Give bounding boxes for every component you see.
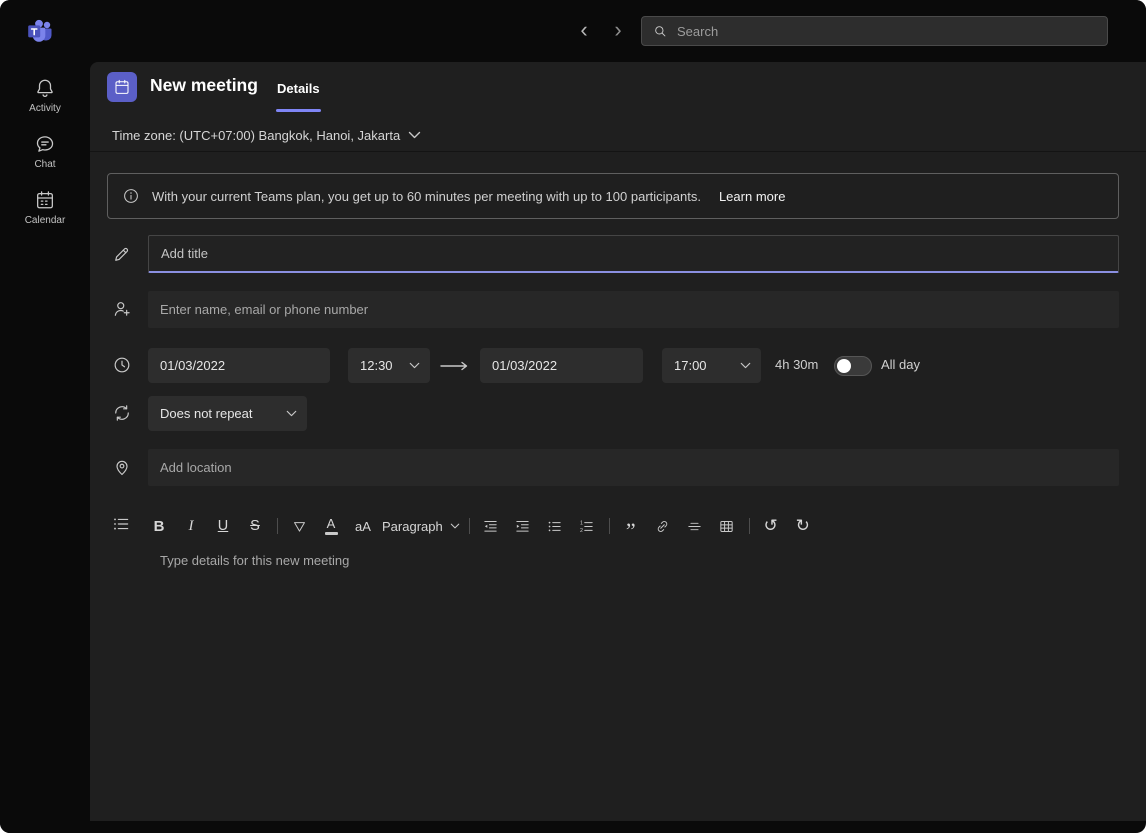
underline-button[interactable]: U [210, 511, 236, 541]
chevron-down-icon [286, 410, 297, 417]
duration-label: 4h 30m [775, 357, 818, 372]
location-pin-icon [112, 457, 132, 477]
learn-more-link[interactable]: Learn more [719, 189, 785, 204]
all-day-toggle[interactable] [834, 356, 872, 376]
timezone-label: Time zone: (UTC+07:00) Bangkok, Hanoi, J… [112, 128, 400, 143]
horizontal-rule-button[interactable] [682, 511, 708, 541]
back-button[interactable]: ‹ [572, 15, 596, 45]
format-toolbar: B I U S A aA Paragraph [146, 509, 822, 543]
quote-button[interactable]: ” [618, 511, 644, 541]
top-bar: ‹ › [0, 0, 1146, 62]
font-color-letter: A [327, 518, 336, 530]
app-sidebar: Activity Chat Calendar [0, 62, 90, 833]
agenda-icon [111, 514, 131, 534]
undo-button[interactable]: ↺ [758, 511, 784, 541]
link-button[interactable] [650, 511, 676, 541]
chat-icon [34, 133, 56, 155]
teams-window: ‹ › Activity Chat Calendar [0, 0, 1146, 833]
clock-icon [112, 355, 132, 375]
bold-button[interactable]: B [146, 511, 172, 541]
search-bar[interactable] [641, 16, 1108, 46]
sidebar-item-activity[interactable]: Activity [6, 68, 84, 122]
sidebar-item-chat[interactable]: Chat [6, 124, 84, 178]
sidebar-item-label: Calendar [25, 215, 66, 226]
meeting-calendar-icon [107, 72, 137, 102]
arrow-right-icon [440, 361, 468, 371]
meeting-details-editor[interactable]: Type details for this new meeting [107, 544, 1119, 813]
page-title: New meeting [150, 75, 258, 96]
end-time-value: 17:00 [674, 358, 707, 373]
new-meeting-panel: New meeting Details Time zone: (UTC+07:0… [90, 62, 1146, 821]
sidebar-item-label: Activity [29, 103, 61, 114]
toolbar-divider [469, 518, 470, 534]
redo-button[interactable]: ↻ [790, 511, 816, 541]
insert-table-button[interactable] [714, 511, 740, 541]
increase-indent-button[interactable] [510, 511, 536, 541]
end-time-select[interactable]: 17:00 [662, 348, 761, 383]
start-time-value: 12:30 [360, 358, 393, 373]
toggle-knob [837, 359, 851, 373]
font-color-bar [325, 532, 338, 535]
location-input[interactable] [148, 449, 1119, 486]
plan-info-banner: With your current Teams plan, you get up… [107, 173, 1119, 219]
svg-text:2: 2 [580, 528, 583, 534]
strikethrough-button[interactable]: S [242, 511, 268, 541]
start-time-select[interactable]: 12:30 [348, 348, 430, 383]
details-placeholder: Type details for this new meeting [160, 553, 349, 568]
plan-info-text: With your current Teams plan, you get up… [152, 189, 701, 204]
start-date-input[interactable] [148, 348, 330, 383]
numbered-list-button[interactable]: 12 [574, 511, 600, 541]
toolbar-divider [277, 518, 278, 534]
font-color-button[interactable]: A [318, 511, 344, 541]
svg-text:1: 1 [580, 520, 583, 526]
toolbar-divider [609, 518, 610, 534]
header-divider [90, 151, 1146, 152]
meeting-title-input[interactable] [148, 235, 1119, 273]
forward-button[interactable]: › [606, 15, 630, 45]
end-date-input[interactable] [480, 348, 643, 383]
tab-details[interactable]: Details [277, 81, 320, 96]
chevron-down-icon [408, 131, 421, 139]
bulleted-list-button[interactable] [542, 511, 568, 541]
tab-underline [276, 109, 321, 112]
decrease-indent-button[interactable] [478, 511, 504, 541]
calendar-icon [34, 189, 56, 211]
chevron-down-icon [409, 362, 420, 369]
pencil-icon [112, 244, 132, 264]
timezone-selector[interactable]: Time zone: (UTC+07:00) Bangkok, Hanoi, J… [112, 124, 421, 146]
sidebar-item-calendar[interactable]: Calendar [6, 180, 84, 234]
repeat-icon [112, 403, 132, 423]
paragraph-value: Paragraph [382, 519, 443, 534]
chevron-down-icon [740, 362, 751, 369]
info-icon [122, 187, 140, 205]
search-input[interactable] [677, 24, 1097, 39]
sidebar-item-label: Chat [34, 159, 55, 170]
highlight-button[interactable] [286, 511, 312, 541]
search-icon [652, 23, 668, 39]
italic-button[interactable]: I [178, 511, 204, 541]
all-day-label: All day [881, 357, 920, 372]
attendees-input[interactable] [148, 291, 1119, 328]
font-size-button[interactable]: aA [350, 511, 376, 541]
add-attendee-icon [112, 299, 132, 319]
repeat-value: Does not repeat [160, 406, 253, 421]
bell-icon [34, 77, 56, 99]
toolbar-divider [749, 518, 750, 534]
repeat-select[interactable]: Does not repeat [148, 396, 307, 431]
teams-logo [26, 17, 54, 45]
paragraph-select[interactable]: Paragraph [382, 511, 460, 541]
